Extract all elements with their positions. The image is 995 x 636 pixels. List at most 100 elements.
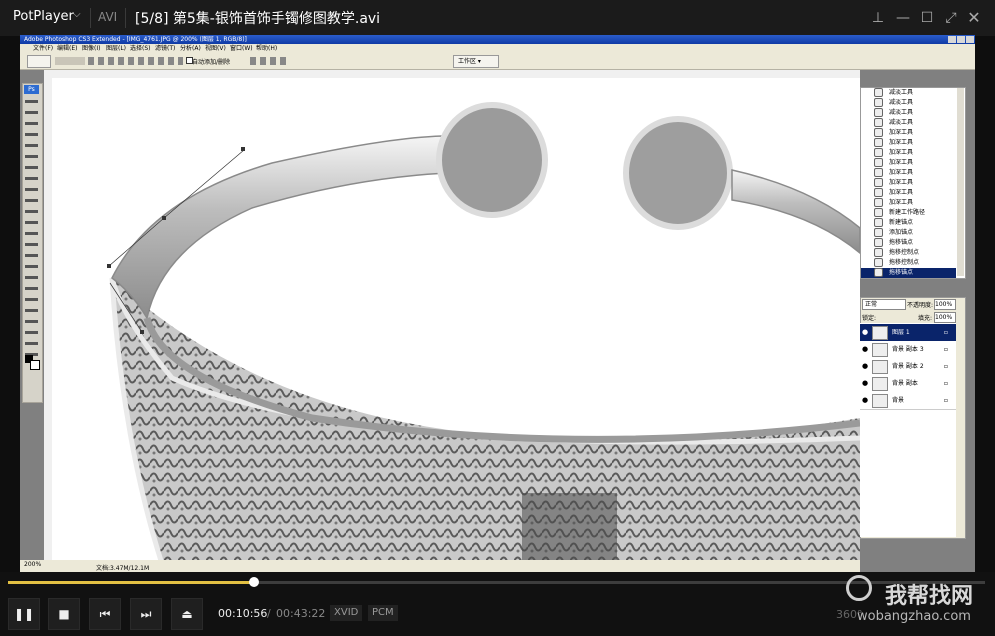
layer-thumbnail xyxy=(872,359,888,374)
pin-icon[interactable]: ⊥ xyxy=(868,8,888,28)
history-step-icon xyxy=(874,218,883,227)
video-codec-badge[interactable]: XVID xyxy=(330,605,363,621)
history-step-icon xyxy=(874,178,883,187)
ps-menu-item: 帮助(H) xyxy=(256,45,278,52)
history-step-icon xyxy=(874,158,883,167)
history-item: 加深工具 xyxy=(861,168,956,178)
file-title: [5/8] 第5集-银饰首饰手镯修图教学.avi xyxy=(135,11,381,27)
layer-row: ● 背景 副本 2 ▫ xyxy=(860,358,956,376)
layer-thumbnail xyxy=(872,393,888,408)
history-item-label: 加深工具 xyxy=(889,199,914,206)
history-item: 加深工具 xyxy=(861,138,956,148)
history-step-icon xyxy=(874,118,883,127)
ps-logo: Ps xyxy=(24,85,39,94)
format-tag: AVI xyxy=(98,10,118,24)
stop-button[interactable]: ■ xyxy=(48,598,80,630)
ps-close-icon xyxy=(966,36,974,43)
title-separator xyxy=(125,8,126,28)
stop-icon: ■ xyxy=(58,607,70,621)
history-item-label: 加深工具 xyxy=(889,139,914,146)
search-icon xyxy=(846,575,872,601)
history-item: 拖移锚点 xyxy=(861,268,956,278)
history-step-icon xyxy=(874,138,883,147)
history-item-label: 新建工作路径 xyxy=(889,209,926,216)
ps-menu-item: 滤镜(T) xyxy=(155,45,176,52)
history-step-icon xyxy=(874,248,883,257)
ps-doc-size: 文档:3.47M/12.1M xyxy=(96,565,150,572)
ps-tool-icons xyxy=(25,97,38,362)
history-item-label: 新建锚点 xyxy=(889,219,914,226)
bangle-image xyxy=(107,102,861,565)
history-item-label: 减淡工具 xyxy=(889,89,914,96)
previous-button[interactable]: ⏮ xyxy=(89,598,121,630)
ps-menu-item: 文件(F) xyxy=(33,45,54,52)
watermark-brand: 我帮找网 xyxy=(885,584,974,609)
history-item: 加深工具 xyxy=(861,158,956,168)
history-item-label: 减淡工具 xyxy=(889,99,914,106)
fill-label: 填充: xyxy=(918,315,933,322)
player-logo-menu[interactable]: PotPlayer xyxy=(13,9,74,24)
minimize-icon[interactable]: — xyxy=(893,8,913,28)
ps-canvas xyxy=(52,78,861,565)
history-item-label: 拖移控制点 xyxy=(889,249,920,256)
next-button[interactable]: ⏭ xyxy=(130,598,162,630)
history-step-icon xyxy=(874,128,883,137)
history-item-label: 添加锚点 xyxy=(889,229,914,236)
ps-menu-item: 图层(L) xyxy=(106,45,127,52)
history-item: 新建工作路径 xyxy=(861,208,956,218)
eye-icon: ● xyxy=(861,379,869,387)
history-step-icon xyxy=(874,98,883,107)
path-mode-icon xyxy=(55,57,85,65)
history-step-icon xyxy=(874,258,883,267)
history-step-icon xyxy=(874,208,883,217)
watermark-url: wobangzhao.com xyxy=(857,609,971,624)
pen-tool-preset-icon xyxy=(27,55,51,68)
history-item-label: 减淡工具 xyxy=(889,109,914,116)
history-item: 加深工具 xyxy=(861,148,956,158)
lock-icon: ▫ xyxy=(943,329,948,336)
history-item: 加深工具 xyxy=(861,178,956,188)
history-step-icon xyxy=(874,188,883,197)
history-step-icon xyxy=(874,198,883,207)
close-icon[interactable]: ✕ xyxy=(964,8,984,28)
eye-icon: ● xyxy=(861,396,869,404)
history-item-label: 减淡工具 xyxy=(889,119,914,126)
history-item-label: 拖移锚点 xyxy=(889,269,914,276)
ps-maximize-icon xyxy=(957,36,965,43)
layer-name: 图层 1 xyxy=(892,329,910,336)
history-item: 加深工具 xyxy=(861,198,956,208)
title-separator xyxy=(90,8,91,28)
seek-progress xyxy=(8,581,255,584)
chevron-down-icon[interactable]: ⌵ xyxy=(73,9,81,20)
opacity-label: 不透明度: xyxy=(907,302,934,309)
lock-icon: ▫ xyxy=(943,363,948,370)
previous-icon: ⏮ xyxy=(99,607,111,621)
lock-icon: ▫ xyxy=(943,380,948,387)
history-item: 减淡工具 xyxy=(861,118,956,128)
maximize-icon[interactable]: ☐ xyxy=(917,8,937,28)
time-separator: / xyxy=(267,607,271,620)
total-time: 00:43:22 xyxy=(276,607,326,620)
eject-icon: ⏏ xyxy=(181,607,193,621)
next-icon: ⏭ xyxy=(140,607,152,621)
blend-mode-select: 正常 xyxy=(862,299,906,310)
layer-row: ● 图层 1 ▫ xyxy=(860,324,956,342)
pause-button[interactable]: ❚❚ xyxy=(8,598,40,630)
fullscreen-icon[interactable]: ⤢ xyxy=(941,8,961,28)
opacity-field: 100% xyxy=(934,299,956,310)
shape-tools-icon xyxy=(88,57,183,65)
history-item-label: 加深工具 xyxy=(889,169,914,176)
history-item-label: 加深工具 xyxy=(889,189,914,196)
layer-thumbnail xyxy=(872,342,888,357)
eject-button[interactable]: ⏏ xyxy=(171,598,203,630)
eye-icon: ● xyxy=(861,345,869,353)
history-item-label: 加深工具 xyxy=(889,179,914,186)
ps-minimize-icon xyxy=(948,36,956,43)
lock-icon: ▫ xyxy=(943,397,948,404)
layer-name: 背景 xyxy=(892,397,905,404)
layer-name: 背景 副本 3 xyxy=(892,346,924,353)
history-item: 加深工具 xyxy=(861,128,956,138)
ps-menu-item: 图像(I) xyxy=(82,45,101,52)
history-step-icon xyxy=(874,268,883,277)
audio-codec-badge[interactable]: PCM xyxy=(368,605,398,621)
